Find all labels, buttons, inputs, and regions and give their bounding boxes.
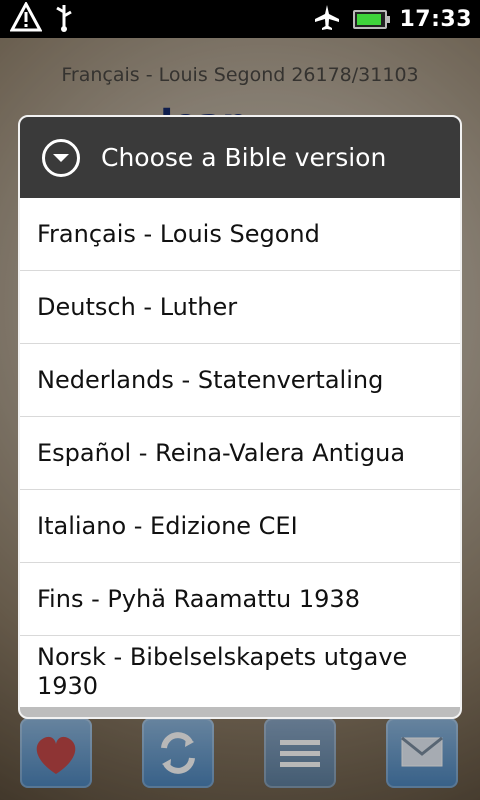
clock: 17:33 [399,6,472,32]
version-item-nederlands[interactable]: Nederlands - Statenvertaling [20,344,460,417]
version-item-francais[interactable]: Français - Louis Segond [20,198,460,271]
dialog-bottom-bar [20,707,460,717]
battery-icon [353,9,391,29]
airplane-icon [313,3,341,35]
version-item-norsk[interactable]: Norsk - Bibelselskapets utgave 1930 [20,636,460,708]
version-item-espanol[interactable]: Español - Reina-Valera Antigua [20,417,460,490]
bible-version-dialog: Choose a Bible version Français - Louis … [18,115,462,719]
chevron-down-icon [42,138,80,177]
status-bar: 17:33 [0,0,480,38]
usb-icon [52,2,76,36]
warning-icon [9,0,43,36]
status-left-icons [9,0,76,36]
version-list: Français - Louis Segond Deutsch - Luther… [20,198,460,708]
status-right-icons: 17:33 [313,4,472,34]
dialog-header: Choose a Bible version [20,117,460,198]
dialog-title: Choose a Bible version [101,143,387,172]
version-item-fins[interactable]: Fins - Pyhä Raamattu 1938 [20,563,460,636]
version-item-deutsch[interactable]: Deutsch - Luther [20,271,460,344]
version-item-italiano[interactable]: Italiano - Edizione CEI [20,490,460,563]
